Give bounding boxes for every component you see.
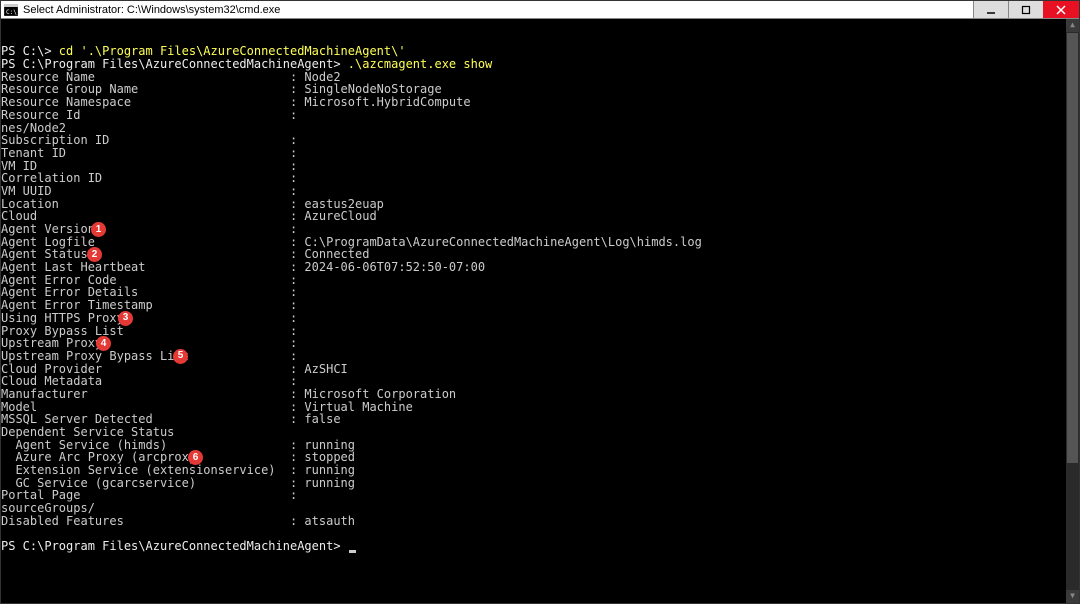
output-line: Agent Version : 1 bbox=[1, 223, 1079, 236]
close-button[interactable] bbox=[1043, 1, 1079, 18]
output-line: Agent Error Timestamp : bbox=[1, 299, 1079, 312]
output-line: Resource Id : bbox=[1, 109, 1079, 122]
scrollbar[interactable]: ▲ ▼ bbox=[1066, 19, 1079, 603]
prompt-text: PS C:\Program Files\AzureConnectedMachin… bbox=[1, 539, 348, 553]
output-line: Subscription ID : bbox=[1, 134, 1079, 147]
terminal-output[interactable]: PS C:\> cd '.\Program Files\AzureConnect… bbox=[1, 19, 1079, 603]
command-prompt-window: C:\ Select Administrator: C:\Windows\sys… bbox=[0, 0, 1080, 604]
window-controls bbox=[974, 1, 1079, 18]
scrollbar-thumb[interactable] bbox=[1067, 33, 1078, 463]
output-line: Agent Last Heartbeat : 2024-06-06T07:52:… bbox=[1, 261, 1079, 274]
window-title: Select Administrator: C:\Windows\system3… bbox=[23, 4, 974, 16]
output-line: Disabled Features : atsauth bbox=[1, 515, 1079, 528]
output-line: Portal Page : bbox=[1, 489, 1079, 502]
output-line: Resource Namespace : Microsoft.HybridCom… bbox=[1, 96, 1079, 109]
titlebar[interactable]: C:\ Select Administrator: C:\Windows\sys… bbox=[1, 1, 1079, 19]
output-line: Dependent Service Status bbox=[1, 426, 1079, 439]
minimize-button[interactable] bbox=[973, 1, 1009, 18]
output-line: Tenant ID : bbox=[1, 147, 1079, 160]
cursor bbox=[349, 550, 356, 553]
maximize-button[interactable] bbox=[1008, 1, 1044, 18]
command-text: .\azcmagent.exe show bbox=[348, 57, 493, 71]
scroll-up-arrow[interactable]: ▲ bbox=[1066, 19, 1079, 32]
output-line: VM UUID : bbox=[1, 185, 1079, 198]
cmd-icon: C:\ bbox=[3, 2, 19, 18]
scroll-down-arrow[interactable]: ▼ bbox=[1066, 590, 1079, 603]
output-line: Using HTTPS Proxy : 3 bbox=[1, 312, 1079, 325]
output-line: Upstream Proxy : 4 bbox=[1, 337, 1079, 350]
output-line: sourceGroups/ bbox=[1, 502, 1079, 515]
prompt-text: PS C:\Program Files\AzureConnectedMachin… bbox=[1, 57, 348, 71]
output-line: Manufacturer : Microsoft Corporation bbox=[1, 388, 1079, 401]
output-line: Extension Service (extensionservice) : r… bbox=[1, 464, 1079, 477]
output-line: Upstream Proxy Bypass List : 5 bbox=[1, 350, 1079, 363]
svg-text:C:\: C:\ bbox=[6, 9, 17, 16]
